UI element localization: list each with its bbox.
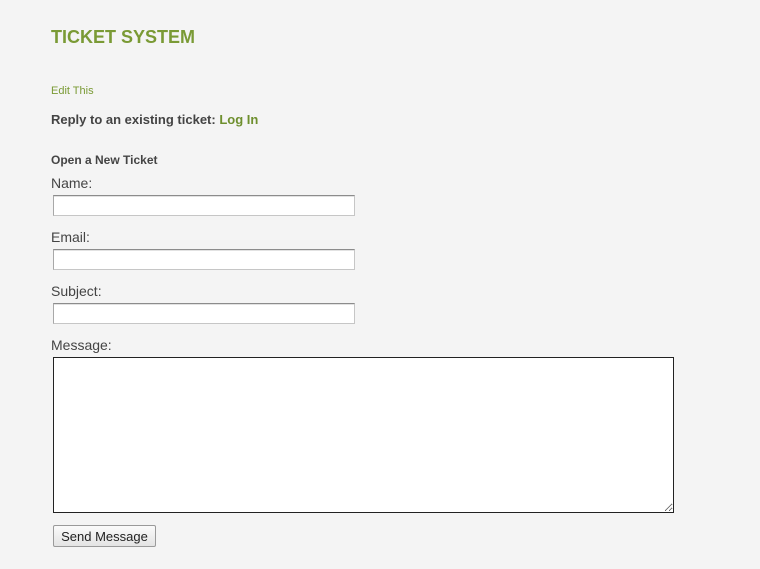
new-ticket-heading: Open a New Ticket	[51, 153, 158, 167]
subject-input[interactable]	[53, 303, 355, 324]
message-label: Message:	[51, 337, 112, 353]
name-label: Name:	[51, 175, 93, 191]
login-link[interactable]: Log In	[219, 112, 258, 127]
email-label: Email:	[51, 229, 90, 245]
edit-this-link[interactable]: Edit This	[51, 84, 94, 98]
email-input[interactable]	[53, 249, 355, 270]
name-input[interactable]	[53, 195, 355, 216]
page-title: TICKET SYSTEM	[51, 27, 196, 47]
send-message-button[interactable]: Send Message	[53, 525, 156, 547]
reply-prompt: Reply to an existing ticket:	[51, 112, 216, 127]
reply-existing-ticket: Reply to an existing ticket: Log In	[51, 112, 258, 128]
subject-label: Subject:	[51, 283, 102, 299]
message-textarea[interactable]	[53, 357, 674, 513]
